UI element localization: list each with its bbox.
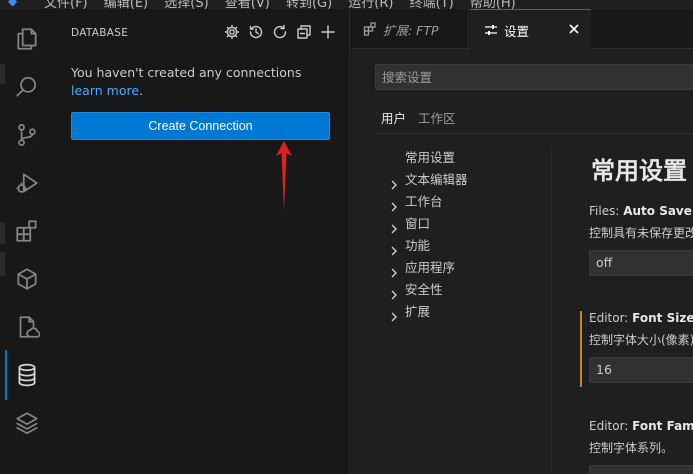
scope-divider (375, 133, 693, 134)
toc-label: 窗口 (405, 216, 431, 231)
setting-name: Auto Save (623, 204, 692, 218)
close-icon[interactable] (567, 22, 581, 36)
toc-label: 功能 (405, 238, 431, 253)
remote-file-icon[interactable] (12, 312, 42, 342)
search-icon[interactable] (12, 72, 42, 102)
setting-label: Editor: Font Size (589, 311, 693, 325)
activity-edge-mark (0, 252, 5, 276)
section-heading: 常用设置 (591, 157, 687, 185)
setting-editor-font-family: Editor: Font Family 控制字体系列。 (589, 419, 693, 474)
tab-label: 扩展: FTP (383, 22, 439, 38)
setting-prefix: Files: (589, 204, 624, 218)
scope-tab-workspace[interactable]: 工作区 (412, 104, 462, 134)
chevron-right-icon (389, 241, 399, 256)
setting-label: Editor: Font Family (589, 419, 693, 433)
settings-scope-tabs: 用户 工作区 (375, 104, 462, 134)
gear-icon[interactable] (223, 23, 241, 41)
setting-editor-font-size: Editor: Font Size 控制字体大小(像素)。 16 (589, 311, 693, 383)
tab-label: 设置 (504, 23, 530, 39)
scope-tab-user[interactable]: 用户 (375, 104, 413, 134)
settings-content: 常用设置 Files: Auto Save 控制具有未保存更改的编辑器的自动保存… (589, 149, 693, 474)
activity-edge-mark (0, 222, 5, 244)
run-debug-icon[interactable] (12, 168, 42, 198)
setting-prefix: Editor: (589, 419, 633, 433)
setting-files-auto-save: Files: Auto Save 控制具有未保存更改的编辑器的自动保存。 off (589, 204, 693, 276)
tab-settings[interactable]: 设置 (470, 9, 591, 50)
toc-label: 常用设置 (405, 150, 456, 165)
font-size-input[interactable]: 16 (589, 357, 693, 383)
toc-label: 工作台 (405, 194, 443, 209)
settings-sliders-icon (484, 23, 498, 37)
setting-name: Font Size (632, 311, 693, 325)
settings-toc: 常用设置 文本编辑器 工作台 窗口 功能 应用程序 安全性 扩展 (389, 147, 549, 323)
explorer-icon[interactable] (12, 24, 42, 54)
chevron-right-icon (389, 263, 399, 278)
toc-label: 安全性 (405, 282, 443, 297)
source-control-icon[interactable] (12, 120, 42, 150)
chevron-right-icon (389, 307, 399, 322)
package-icon[interactable] (12, 264, 42, 294)
database-sidebar: DATABASE You haven't created any connect… (53, 9, 350, 474)
activity-bar (0, 9, 53, 474)
setting-description: 控制具有未保存更改的编辑器的自动保存。 (589, 226, 693, 240)
toc-item-window[interactable]: 窗口 (389, 213, 549, 235)
chevron-right-icon (389, 175, 399, 190)
learn-more-link[interactable]: learn more (71, 83, 139, 98)
extensions-icon[interactable] (12, 216, 42, 246)
chevron-right-icon (389, 285, 399, 300)
toc-item-text-editor[interactable]: 文本编辑器 (389, 169, 549, 191)
sidebar-title: DATABASE (71, 27, 129, 39)
no-connections-message: You haven't created any connections lear… (71, 64, 331, 100)
refresh-icon[interactable] (271, 23, 289, 41)
message-period: . (139, 83, 144, 98)
auto-save-select[interactable]: off (589, 250, 693, 276)
tab-bar: 扩展: FTP 设置 (351, 9, 693, 50)
menu-bar[interactable]: 文件(F) 编辑(E) 选择(S) 查看(V) 转到(G) 运行(R) 终端(T… (44, 0, 516, 9)
extension-file-icon (363, 22, 377, 36)
tab-extension-ftp[interactable]: 扩展: FTP (351, 9, 469, 49)
toc-item-features[interactable]: 功能 (389, 235, 549, 257)
font-family-input[interactable] (589, 465, 693, 474)
create-connection-button[interactable]: Create Connection (71, 112, 330, 140)
toc-item-workbench[interactable]: 工作台 (389, 191, 549, 213)
annotation-arrow-icon (276, 141, 292, 211)
setting-name: Font Family (632, 419, 693, 433)
collapse-all-icon[interactable] (295, 23, 313, 41)
database-icon[interactable] (12, 360, 42, 390)
setting-prefix: Editor: (589, 311, 633, 325)
vscode-logo-icon: ◆ (8, 0, 18, 8)
add-icon[interactable] (319, 23, 337, 41)
active-indicator (5, 350, 7, 400)
sidebar-actions (223, 23, 337, 41)
setting-description: 控制字体系列。 (589, 441, 674, 455)
activity-edge-mark (0, 64, 5, 84)
history-icon[interactable] (247, 23, 265, 41)
layers-icon[interactable] (12, 408, 42, 438)
chevron-right-icon (389, 197, 399, 212)
setting-label: Files: Auto Save (589, 204, 693, 218)
toc-item-application[interactable]: 应用程序 (389, 257, 549, 279)
toc-item-common[interactable]: 常用设置 (389, 147, 549, 169)
modified-indicator (580, 311, 582, 387)
toc-label: 扩展 (405, 304, 431, 319)
message-text: You haven't created any connections (71, 65, 302, 80)
toc-label: 应用程序 (405, 260, 456, 275)
chevron-right-icon (389, 219, 399, 234)
toc-divider (551, 147, 552, 474)
editor-area: 扩展: FTP 设置 用户 工作区 常用设置 文本编辑器 工作台 窗口 功能 应… (351, 9, 693, 474)
search-settings-input[interactable] (376, 65, 693, 89)
toc-item-extensions[interactable]: 扩展 (389, 301, 549, 323)
toc-label: 文本编辑器 (405, 172, 468, 187)
title-bar: ◆ 文件(F) 编辑(E) 选择(S) 查看(V) 转到(G) 运行(R) 终端… (0, 0, 693, 9)
settings-search (375, 64, 693, 90)
setting-description: 控制字体大小(像素)。 (589, 333, 693, 347)
toc-item-security[interactable]: 安全性 (389, 279, 549, 301)
